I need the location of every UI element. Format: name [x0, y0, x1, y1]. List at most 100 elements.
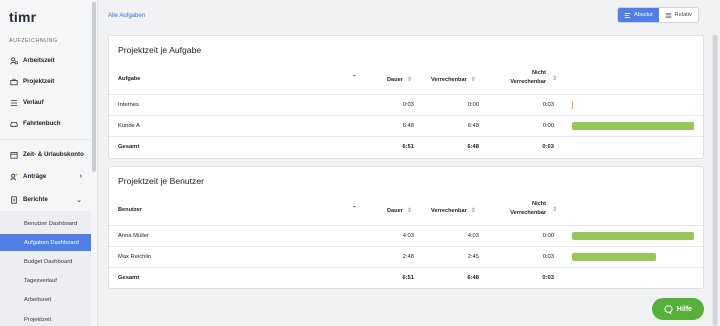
sidebar-item-verlauf[interactable]: Verlauf: [0, 93, 91, 112]
column-header-benutzer[interactable]: Benutzer: [118, 207, 142, 213]
sidebar-subitem-tagesverlauf[interactable]: Tagesverlauf: [0, 272, 91, 289]
sidebar-item-antraege[interactable]: Anträge ›: [0, 167, 91, 186]
sidebar-item-label: Arbeitszeit: [23, 57, 55, 64]
bar-track: [572, 101, 694, 109]
row-name: Anna Müller: [118, 233, 149, 239]
car-icon: [10, 120, 18, 128]
view-toggle: Absolut Relativ: [617, 7, 699, 23]
row-dauer: 0:03: [402, 102, 414, 108]
main-scrollbar[interactable]: [712, 35, 718, 326]
card-projektzeit-aufgabe: Projektzeit je Aufgabe Aufgabe ⌃ Dauer ⇕ …: [108, 35, 704, 159]
sort-icon: ⇕: [470, 77, 476, 83]
sort-icon[interactable]: ⇕: [548, 75, 557, 82]
total-label: Gesamt: [118, 144, 140, 150]
row-nicht-verrechenbar: 0:00: [542, 123, 554, 129]
card-title: Projektzeit je Aufgabe: [118, 45, 202, 55]
column-header-verrechenbar[interactable]: Verrechenbar ⇕: [431, 207, 476, 214]
request-icon: [10, 173, 18, 181]
calendar-icon: [10, 151, 18, 159]
column-header-aufgabe[interactable]: Aufgabe: [118, 76, 140, 82]
toggle-relativ[interactable]: Relativ: [659, 8, 698, 22]
table-row: Internes 0:03 0:00 0:03: [109, 94, 703, 115]
briefcase-icon: [10, 78, 18, 86]
sidebar-subitem-benutzer-dashboard[interactable]: Benutzer Dashboard: [0, 215, 91, 232]
row-verrechenbar: 4:03: [467, 233, 479, 239]
sidebar-item-label: Anträge: [23, 173, 47, 180]
sidebar-item-fahrtenbuch[interactable]: Fahrtenbuch: [0, 114, 91, 133]
sidebar-subitem-aufgaben-dashboard[interactable]: Aufgaben Dashboard: [0, 234, 91, 251]
total-label: Gesamt: [118, 275, 140, 281]
sort-icon[interactable]: ⇕: [548, 206, 557, 213]
help-button-label: Hilfe: [676, 305, 693, 313]
chat-bubble-icon: [664, 304, 673, 314]
row-nicht-verrechenbar: 0:03: [542, 254, 554, 260]
sidebar-item-zeitkonto[interactable]: Zeit- & Urlaubskonto: [0, 145, 91, 164]
row-name: Max Reichlin: [118, 254, 152, 260]
sort-icon: ⇕: [406, 208, 412, 214]
toggle-absolut[interactable]: Absolut: [618, 8, 659, 22]
sidebar-subitem-projektzeit[interactable]: Projektzeit: [0, 311, 91, 326]
sidebar-divider: [0, 139, 91, 140]
chevron-right-icon: ›: [79, 173, 82, 180]
total-nicht-verrechenbar: 0:03: [542, 144, 554, 150]
total-nicht-verrechenbar: 0:03: [542, 275, 554, 281]
row-verrechenbar: 6:48: [467, 123, 479, 129]
progress-bar: [572, 122, 694, 130]
list-icon: [665, 12, 671, 18]
sidebar-subitem-arbeitszeit[interactable]: Arbeitszeit: [0, 291, 91, 308]
sidebar-item-berichte[interactable]: Berichte ⌄: [0, 190, 91, 209]
chevron-down-icon: ⌄: [76, 196, 82, 204]
table-total-row: Gesamt 6:51 6:48 0:03: [109, 136, 703, 157]
column-header-nicht-verrechenbar[interactable]: Nicht Verrechenbar: [506, 201, 546, 216]
sidebar: timr AUFZEICHNUNG Arbeitszeit Projektzei…: [0, 0, 98, 326]
row-verrechenbar: 0:00: [467, 102, 479, 108]
sidebar-item-label: Berichte: [23, 196, 48, 203]
progress-bar: [572, 101, 573, 109]
table-row: Anna Müller 4:03 4:03 0:00: [109, 225, 703, 246]
total-verrechenbar: 6:48: [467, 144, 479, 150]
sidebar-item-label: Verlauf: [23, 99, 44, 106]
app-logo[interactable]: timr: [9, 9, 36, 25]
report-icon: [10, 195, 18, 204]
sidebar-item-label: Zeit- & Urlaubskonto: [23, 151, 84, 158]
row-name: Kunde A: [118, 123, 140, 129]
sort-icon: ⇕: [470, 208, 476, 214]
table-row: Kunde A 6:48 6:48 0:00: [109, 115, 703, 136]
toggle-absolut-label: Absolut: [634, 12, 653, 18]
card-title: Projektzeit je Benutzer: [118, 176, 204, 186]
row-dauer: 4:03: [402, 233, 414, 239]
sidebar-scrollbar[interactable]: [92, 2, 96, 172]
sort-icon[interactable]: ⌃: [352, 206, 357, 212]
total-dauer: 6:51: [402, 275, 414, 281]
sidebar-item-label: Fahrtenbuch: [23, 120, 61, 127]
bar-track: [572, 122, 694, 130]
row-nicht-verrechenbar: 0:03: [542, 102, 554, 108]
sort-icon[interactable]: ⌃: [352, 75, 357, 81]
breadcrumb-alle-aufgaben[interactable]: Alle Aufgaben: [108, 13, 145, 19]
sidebar-item-arbeitszeit[interactable]: Arbeitszeit: [0, 51, 91, 70]
column-header-dauer[interactable]: Dauer ⇕: [387, 76, 412, 83]
row-dauer: 6:48: [402, 123, 414, 129]
card-projektzeit-benutzer: Projektzeit je Benutzer Benutzer ⌃ Dauer…: [108, 166, 704, 289]
toggle-relativ-label: Relativ: [674, 12, 692, 18]
total-verrechenbar: 6:48: [467, 275, 479, 281]
column-header-nicht-verrechenbar[interactable]: Nicht Verrechenbar: [506, 70, 546, 85]
table-row: Max Reichlin 2:48 2:45 0:03: [109, 246, 703, 267]
row-verrechenbar: 2:45: [467, 254, 479, 260]
help-button[interactable]: Hilfe: [652, 298, 704, 320]
bar-track: [572, 232, 694, 240]
row-nicht-verrechenbar: 0:00: [542, 233, 554, 239]
column-header-verrechenbar[interactable]: Verrechenbar ⇕: [431, 76, 476, 83]
main-scrollbar-thumb[interactable]: [713, 35, 717, 325]
sort-icon: ⇕: [406, 77, 412, 83]
sidebar-item-label: Projektzeit: [23, 78, 55, 85]
column-header-dauer[interactable]: Dauer ⇕: [387, 207, 412, 214]
bar-chart-icon: [624, 12, 631, 18]
progress-bar: [572, 232, 694, 240]
sidebar-item-projektzeit[interactable]: Projektzeit: [0, 72, 91, 91]
progress-bar: [572, 253, 657, 261]
table-total-row: Gesamt 6:51 6:48 0:03: [109, 267, 703, 288]
total-dauer: 6:51: [402, 144, 414, 150]
sidebar-subitem-budget-dashboard[interactable]: Budget Dashboard: [0, 253, 91, 270]
row-dauer: 2:48: [402, 254, 414, 260]
